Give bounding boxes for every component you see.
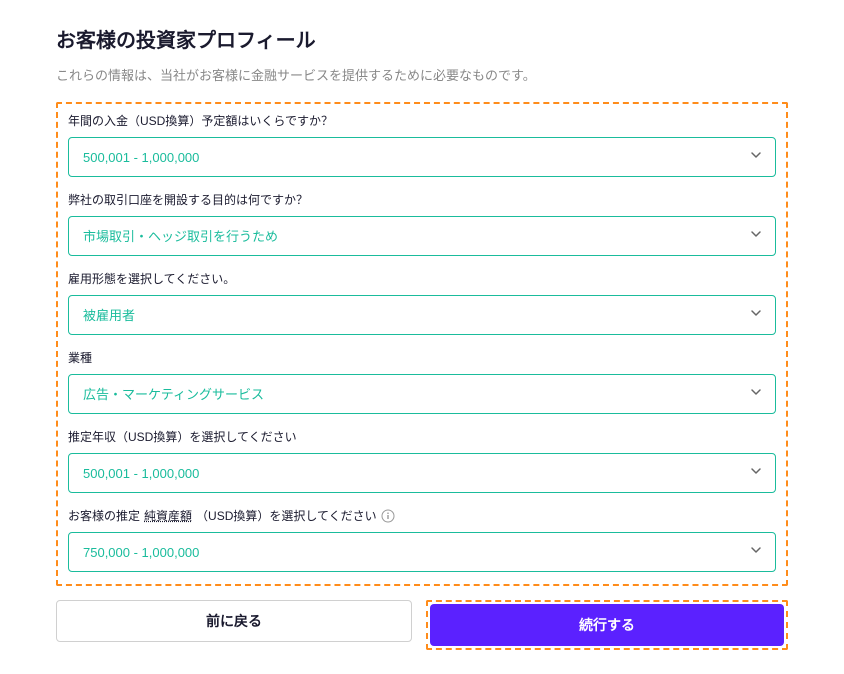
field-purpose: 弊社の取引口座を開設する目的は何ですか？ 市場取引・ヘッジ取引を行うため bbox=[68, 191, 776, 256]
select-wrapper-employment: 被雇用者 bbox=[68, 295, 776, 335]
networth-label-underlined: 純資産額 bbox=[144, 507, 192, 524]
page-title: お客様の投資家プロフィール bbox=[56, 24, 788, 53]
select-wrapper-networth: 750,000 - 1,000,000 bbox=[68, 532, 776, 572]
select-wrapper-deposit: 500,001 - 1,000,000 bbox=[68, 137, 776, 177]
field-deposit: 年間の入金（USD換算）予定額はいくらですか？ 500,001 - 1,000,… bbox=[68, 112, 776, 177]
select-income[interactable]: 500,001 - 1,000,000 bbox=[68, 453, 776, 493]
networth-label-prefix: お客様の推定 bbox=[68, 507, 140, 524]
field-industry: 業種 広告・マーケティングサービス bbox=[68, 349, 776, 414]
field-income: 推定年収（USD換算）を選択してください 500,001 - 1,000,000 bbox=[68, 428, 776, 493]
field-networth-label: お客様の推定純資産額（USD換算）を選択してください bbox=[68, 507, 776, 524]
select-wrapper-industry: 広告・マーケティングサービス bbox=[68, 374, 776, 414]
select-wrapper-income: 500,001 - 1,000,000 bbox=[68, 453, 776, 493]
select-purpose[interactable]: 市場取引・ヘッジ取引を行うため bbox=[68, 216, 776, 256]
field-income-label: 推定年収（USD換算）を選択してください bbox=[68, 428, 776, 445]
continue-button[interactable]: 続行する bbox=[430, 604, 784, 646]
select-employment[interactable]: 被雇用者 bbox=[68, 295, 776, 335]
field-employment-label: 雇用形態を選択してください。 bbox=[68, 270, 776, 287]
networth-label-suffix: （USD換算）を選択してください bbox=[196, 507, 377, 524]
select-industry[interactable]: 広告・マーケティングサービス bbox=[68, 374, 776, 414]
info-icon[interactable] bbox=[381, 509, 395, 523]
select-wrapper-purpose: 市場取引・ヘッジ取引を行うため bbox=[68, 216, 776, 256]
field-purpose-label: 弊社の取引口座を開設する目的は何ですか？ bbox=[68, 191, 776, 208]
field-industry-label: 業種 bbox=[68, 349, 776, 366]
select-deposit[interactable]: 500,001 - 1,000,000 bbox=[68, 137, 776, 177]
continue-highlight-wrapper: 続行する bbox=[426, 600, 788, 650]
field-employment: 雇用形態を選択してください。 被雇用者 bbox=[68, 270, 776, 335]
select-networth[interactable]: 750,000 - 1,000,000 bbox=[68, 532, 776, 572]
field-deposit-label: 年間の入金（USD換算）予定額はいくらですか？ bbox=[68, 112, 776, 129]
button-row: 前に戻る 続行する bbox=[56, 600, 788, 650]
field-networth: お客様の推定純資産額（USD換算）を選択してください 750,000 - 1,0… bbox=[68, 507, 776, 572]
back-button[interactable]: 前に戻る bbox=[56, 600, 412, 642]
investor-profile-form: 年間の入金（USD換算）予定額はいくらですか？ 500,001 - 1,000,… bbox=[56, 102, 788, 586]
page-subtitle: これらの情報は、当社がお客様に金融サービスを提供するために必要なものです。 bbox=[56, 65, 788, 84]
